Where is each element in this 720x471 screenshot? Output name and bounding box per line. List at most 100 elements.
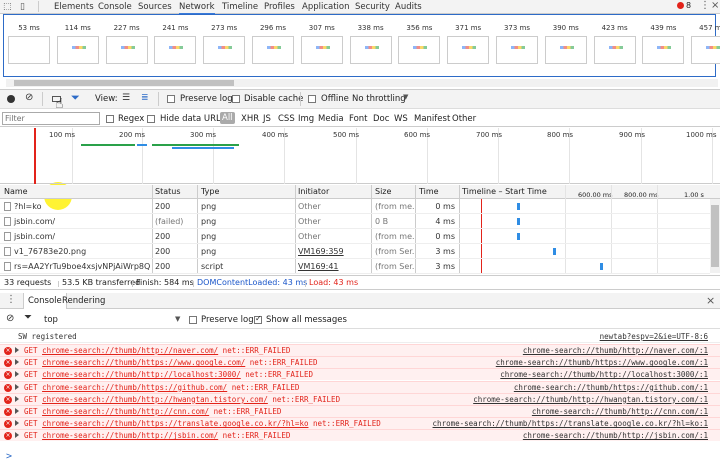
filmstrip-frame[interactable]: 114 ms: [50, 15, 106, 64]
tab-elements[interactable]: Elements: [54, 2, 94, 12]
record-icon[interactable]: [7, 95, 15, 103]
type-other[interactable]: Other: [452, 114, 476, 124]
filmstrip-frame[interactable]: 241 ms: [147, 15, 203, 64]
cell-initiator[interactable]: VM169:41: [298, 262, 368, 271]
error-url[interactable]: chrome-search://thumb/http://hwangtan.ti…: [42, 395, 268, 404]
error-source[interactable]: chrome-search://thumb/https://github.com…: [514, 383, 708, 392]
col-size[interactable]: Size: [375, 187, 391, 196]
type-img[interactable]: Img: [298, 114, 314, 124]
type-css[interactable]: CSS: [278, 114, 295, 124]
tab-sources[interactable]: Sources: [138, 2, 172, 12]
type-all[interactable]: All: [220, 112, 235, 124]
table-row[interactable]: v1_76783e20.png 200 png VM169:359 (from Ser.…: [0, 244, 710, 259]
context-select[interactable]: top: [44, 315, 58, 325]
filter-icon[interactable]: ⏷: [24, 312, 32, 323]
expand-triangle-icon[interactable]: [15, 371, 19, 378]
filmstrip-frame[interactable]: 373 ms: [489, 15, 545, 64]
type-font[interactable]: Font: [349, 114, 368, 124]
drawer-close-icon[interactable]: ×: [706, 294, 715, 307]
error-url[interactable]: chrome-search://thumb/http://jsbin.com/: [42, 431, 218, 440]
error-source[interactable]: chrome-search://thumb/http://localhost:3…: [500, 370, 708, 379]
type-doc[interactable]: Doc: [373, 114, 389, 124]
expand-triangle-icon[interactable]: [15, 408, 19, 414]
table-row[interactable]: jsbin.com/ (failed) png Other 0 B 4 ms: [0, 214, 710, 229]
chevron-down-icon[interactable]: ▼: [403, 93, 408, 101]
show-all-messages-checkbox[interactable]: [254, 314, 262, 325]
tab-application[interactable]: Application: [302, 2, 350, 12]
error-url[interactable]: chrome-search://thumb/http://naver.com/: [42, 346, 218, 355]
expand-triangle-icon[interactable]: [15, 395, 19, 402]
drawer-menu-icon[interactable]: ⋮: [6, 294, 16, 305]
console-preserve-log-checkbox[interactable]: [189, 315, 197, 325]
error-source[interactable]: chrome-search://thumb/https://www.google…: [496, 358, 708, 367]
filmstrip-frame[interactable]: 371 ms: [440, 15, 496, 64]
clear-icon[interactable]: ⊘: [25, 92, 33, 103]
disable-cache-checkbox[interactable]: [232, 94, 240, 104]
error-source[interactable]: chrome-search://thumb/https://translate.…: [433, 419, 708, 428]
tab-security[interactable]: Security: [355, 2, 390, 12]
error-source[interactable]: chrome-search://thumb/http://jsbin.com/:…: [523, 431, 708, 440]
console-error-line[interactable]: × GET chrome-search://thumb/http://hwangt…: [0, 392, 720, 405]
console-error-line[interactable]: × GET chrome-search://thumb/https://www.g…: [0, 356, 720, 369]
expand-triangle-icon[interactable]: [15, 347, 19, 353]
console-error-line[interactable]: × GET chrome-search://thumb/http://localh…: [0, 368, 720, 381]
type-xhr[interactable]: XHR: [241, 114, 259, 124]
col-timeline[interactable]: Timeline – Start Time: [462, 187, 547, 196]
table-scrollbar[interactable]: [710, 199, 720, 273]
more-icon[interactable]: ⋮: [700, 0, 710, 11]
table-row[interactable]: jsbin.com/200 png Other (from me... 0 ms: [0, 229, 710, 244]
expand-triangle-icon[interactable]: [15, 383, 19, 390]
hide-data-urls-checkbox[interactable]: [147, 114, 155, 124]
expand-triangle-icon[interactable]: [15, 432, 19, 439]
col-type[interactable]: Type: [201, 187, 219, 196]
clear-console-icon[interactable]: ⊘: [6, 313, 14, 324]
error-url[interactable]: chrome-search://thumb/http://cnn.com/: [42, 407, 209, 416]
scrollbar-thumb[interactable]: [14, 80, 234, 86]
type-ws[interactable]: WS: [394, 114, 408, 124]
console-error-line[interactable]: × GET chrome-search://thumb/https://trans…: [0, 417, 720, 430]
tab-profiles[interactable]: Profiles: [264, 2, 295, 12]
throttling-select[interactable]: No throttling: [352, 94, 406, 104]
preserve-log-checkbox[interactable]: [167, 94, 175, 104]
error-source[interactable]: chrome-search://thumb/http://hwangtan.ti…: [473, 395, 708, 404]
filmstrip-frame[interactable]: 356 ms: [391, 15, 447, 64]
regex-checkbox[interactable]: [106, 114, 114, 124]
console-info-source[interactable]: newtab?espv=2&ie=UTF-8:6: [600, 332, 708, 341]
error-url[interactable]: chrome-search://thumb/https://translate.…: [42, 419, 308, 428]
tab-audits[interactable]: Audits: [395, 2, 422, 12]
offline-checkbox[interactable]: [308, 94, 316, 104]
network-overview[interactable]: 100 ms 200 ms 300 ms 400 ms 500 ms 600 m…: [0, 128, 720, 184]
filmstrip-frame[interactable]: 457 ms: [684, 15, 720, 64]
filmstrip-frame[interactable]: 53 ms: [1, 15, 57, 64]
type-manifest[interactable]: Manifest: [414, 114, 450, 124]
error-source[interactable]: chrome-search://thumb/http://cnn.com/:1: [532, 407, 708, 416]
error-url[interactable]: chrome-search://thumb/http://localhost:3…: [42, 370, 241, 379]
filmstrip-scrollbar[interactable]: [6, 79, 718, 87]
expand-triangle-icon[interactable]: [15, 359, 19, 366]
cell-initiator[interactable]: VM169:359: [298, 247, 368, 256]
device-toolbar-icon[interactable]: ▯: [20, 2, 25, 12]
filter-icon[interactable]: ⏷: [71, 91, 80, 105]
type-media[interactable]: Media: [318, 114, 344, 124]
close-icon[interactable]: ×: [711, 0, 719, 11]
col-time[interactable]: Time: [419, 187, 439, 196]
chevron-down-icon[interactable]: ▼: [175, 315, 180, 323]
console-error-line[interactable]: × GET chrome-search://thumb/http://cnn.co…: [0, 405, 720, 417]
drawer-tab-rendering[interactable]: Rendering: [62, 296, 105, 306]
filmstrip-frame[interactable]: 338 ms: [343, 15, 399, 64]
tab-console[interactable]: Console: [98, 2, 132, 12]
console-error-line[interactable]: × GET chrome-search://thumb/http://jsbin.…: [0, 429, 720, 442]
error-url[interactable]: chrome-search://thumb/https://github.com…: [42, 383, 227, 392]
filmstrip-frame[interactable]: 227 ms: [99, 15, 155, 64]
console-prompt[interactable]: >: [6, 451, 12, 462]
filter-input[interactable]: [2, 112, 100, 125]
drawer-tab-console[interactable]: Console: [23, 293, 67, 309]
error-count[interactable]: 8: [686, 1, 691, 10]
error-source[interactable]: chrome-search://thumb/http://naver.com/:…: [523, 346, 708, 355]
filmstrip-frame[interactable]: 423 ms: [587, 15, 643, 64]
col-initiator[interactable]: Initiator: [298, 187, 329, 196]
console-error-line[interactable]: × GET chrome-search://thumb/https://githu…: [0, 380, 720, 393]
tab-timeline[interactable]: Timeline: [222, 2, 258, 12]
inspect-icon[interactable]: ⬚: [3, 2, 12, 12]
filmstrip-frame[interactable]: 296 ms: [245, 15, 301, 64]
